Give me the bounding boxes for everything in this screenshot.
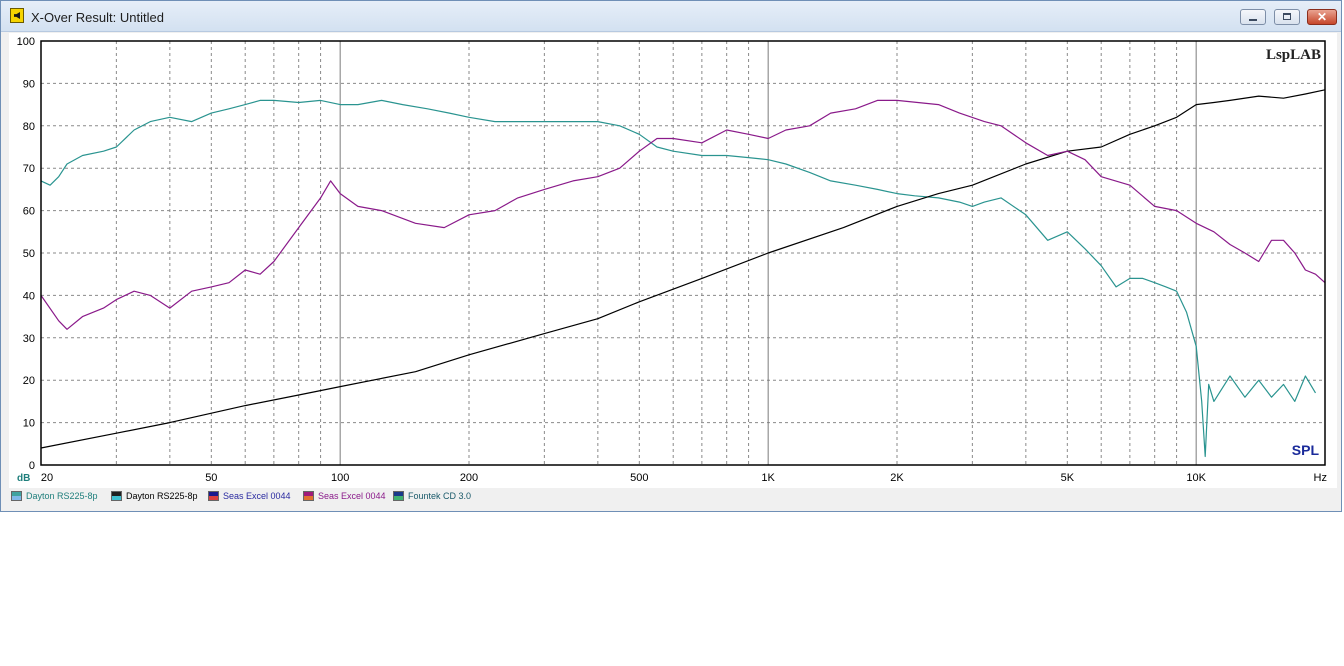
maximize-button[interactable] [1274,9,1300,25]
y-tick-label: 100 [17,36,35,48]
close-button[interactable]: ✕ [1307,9,1337,25]
x-tick-label: 5K [1061,472,1075,484]
speaker-icon [10,8,24,23]
legend-label: Dayton RS225-8p [26,491,98,501]
y-tick-label: 30 [23,333,35,345]
x-tick-label: 50 [205,472,217,484]
y-tick-label: 50 [23,248,35,260]
brand-label: LspLAB [1266,47,1321,63]
spl-chart[interactable]: 0 10 20 30 40 50 60 70 80 90 100 20 50 100 200 500 1K 2K 5… [9,33,1337,488]
window-title: X-Over Result: Untitled [31,10,164,25]
y-tick-label: 60 [23,206,35,218]
legend-swatch [393,491,404,501]
legend-label: Fountek CD 3.0 [408,491,472,501]
title-bar[interactable]: X-Over Result: Untitled ✕ [1,1,1341,32]
x-tick-label: 20 [41,472,53,484]
minimize-icon [1249,19,1257,21]
legend-swatch [11,491,22,501]
x-tick-label: 10K [1186,472,1206,484]
x-tick-label: 1K [761,472,775,484]
y-tick-label: 70 [23,163,35,175]
close-icon: ✕ [1316,10,1328,24]
legend-swatch [111,491,122,501]
legend-swatch [208,491,219,501]
chart-area[interactable]: 0 10 20 30 40 50 60 70 80 90 100 20 50 100 200 500 1K 2K 5… [9,33,1337,488]
maximize-icon [1283,13,1291,20]
legend-swatch [303,491,314,501]
xover-result-window: X-Over Result: Untitled ✕ 0 10 20 30 40 50 60 7… [0,0,1342,512]
y-tick-label: 0 [29,460,35,472]
legend-label: Seas Excel 0044 [223,491,291,501]
minimize-button[interactable] [1240,9,1266,25]
y-axis-unit-label: dB [17,473,30,484]
x-axis-unit-label: Hz [1314,472,1327,484]
x-tick-label: 2K [890,472,904,484]
y-tick-label: 10 [23,418,35,430]
legend-label: Dayton RS225-8p [126,491,198,501]
x-tick-label: 100 [331,472,349,484]
x-tick-label: 200 [460,472,478,484]
spl-label: SPL [1292,442,1320,458]
legend-label: Seas Excel 0044 [318,491,386,501]
y-tick-label: 80 [23,121,35,133]
y-tick-label: 90 [23,78,35,90]
x-tick-label: 500 [630,472,648,484]
y-tick-label: 20 [23,375,35,387]
y-tick-label: 40 [23,290,35,302]
